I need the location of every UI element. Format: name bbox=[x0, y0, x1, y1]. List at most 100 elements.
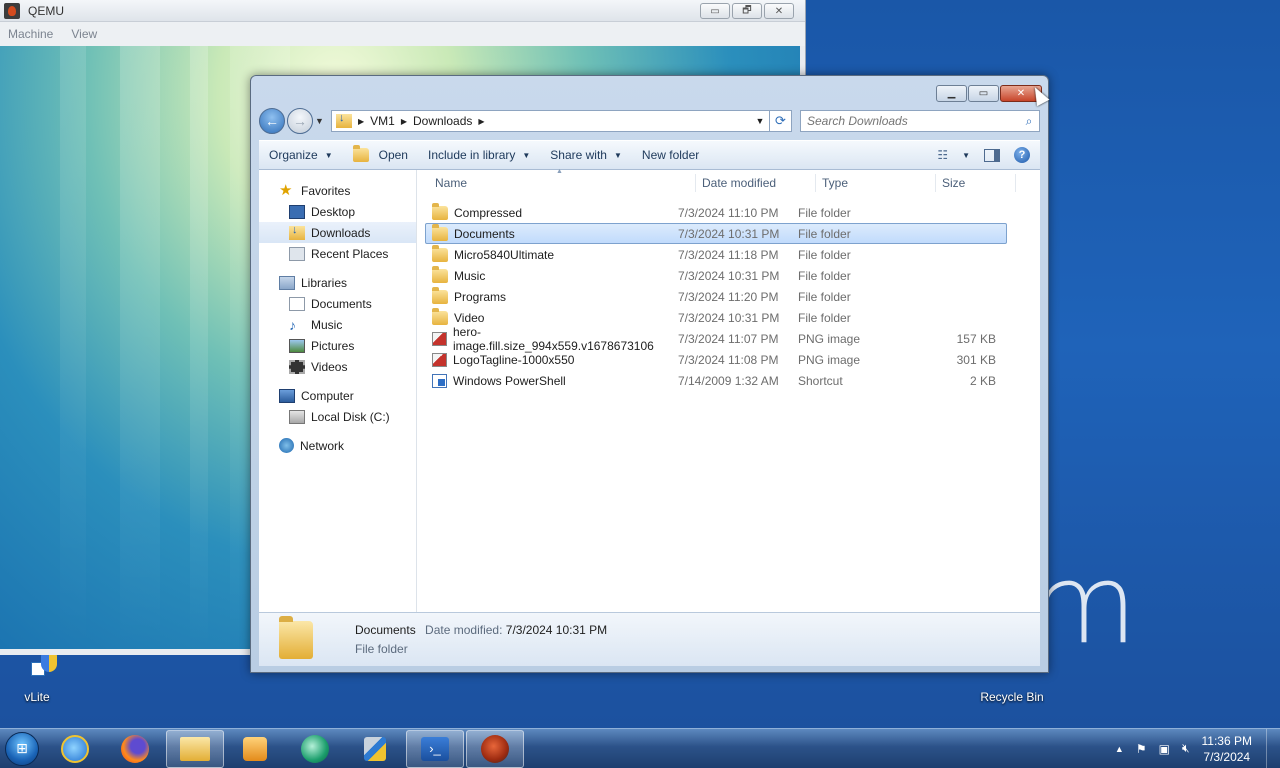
nav-recent-places[interactable]: Recent Places bbox=[259, 243, 416, 264]
file-type: Shortcut bbox=[798, 373, 843, 388]
taskbar-qemu[interactable] bbox=[466, 729, 524, 768]
file-type: File folder bbox=[798, 247, 851, 262]
action-center-flag-icon[interactable]: ⚑ bbox=[1136, 742, 1147, 756]
breadcrumb-vm1[interactable]: VM1 bbox=[370, 114, 395, 128]
address-bar[interactable]: ▶ VM1 ▶ Downloads ▶ ▼ bbox=[331, 110, 770, 132]
file-date: 7/3/2024 11:07 PM bbox=[678, 331, 779, 346]
file-row[interactable]: Windows PowerShell 7/14/2009 1:32 AM Short… bbox=[425, 370, 1007, 391]
refresh-icon[interactable]: ⟳ bbox=[770, 110, 792, 132]
pictures-icon bbox=[289, 338, 305, 353]
breadcrumb-arrow-icon[interactable]: ▶ bbox=[401, 117, 407, 126]
file-row[interactable]: Compressed 7/3/2024 11:10 PM File folder bbox=[425, 202, 1007, 223]
qemu-title: QEMU bbox=[28, 3, 64, 18]
png-file-icon bbox=[432, 352, 447, 367]
file-name: Micro5840Ultimate bbox=[454, 247, 555, 262]
column-size[interactable]: Size bbox=[936, 174, 1016, 192]
search-input[interactable] bbox=[807, 114, 1019, 128]
file-date: 7/3/2024 10:31 PM bbox=[678, 268, 780, 283]
column-name[interactable]: Name bbox=[435, 174, 696, 192]
column-label: Name bbox=[435, 176, 468, 190]
powershell-icon: ›_ bbox=[421, 736, 449, 761]
share-with-button[interactable]: Share with ▼ bbox=[540, 141, 632, 169]
file-row[interactable]: Programs 7/3/2024 11:20 PM File folder bbox=[425, 286, 1007, 307]
column-label: Size bbox=[942, 176, 966, 190]
nav-downloads[interactable]: Downloads bbox=[259, 222, 416, 243]
qemu-minimize-button[interactable]: ▭ bbox=[700, 3, 730, 19]
organize-button[interactable]: Organize ▼ bbox=[259, 141, 343, 169]
nav-favorites[interactable]: ★ Favorites bbox=[259, 180, 416, 201]
open-label: Open bbox=[378, 148, 408, 162]
qemu-restore-button[interactable]: 🗗 bbox=[732, 3, 762, 19]
qemu-close-button[interactable]: ✕ bbox=[764, 3, 794, 19]
new-folder-button[interactable]: New folder bbox=[632, 141, 709, 169]
sort-indicator-icon: ▲ bbox=[556, 168, 563, 175]
column-type[interactable]: Type bbox=[816, 174, 936, 192]
taskbar-powershell[interactable]: ›_ bbox=[406, 729, 464, 768]
nav-documents[interactable]: Documents bbox=[259, 293, 416, 314]
recent-pages-dropdown[interactable]: ▼ bbox=[315, 116, 327, 126]
file-row[interactable]: Documents 7/3/2024 10:31 PM File folder bbox=[425, 223, 1007, 244]
taskbar-firefox[interactable] bbox=[106, 730, 164, 768]
file-name-cell: Programs bbox=[426, 286, 678, 304]
network-tray-icon[interactable]: ▣ bbox=[1159, 742, 1170, 756]
include-in-library-button[interactable]: Include in library ▼ bbox=[418, 141, 540, 169]
file-type: PNG image bbox=[798, 352, 861, 367]
view-options-dropdown-icon[interactable]: ▼ bbox=[962, 151, 970, 160]
minimize-button[interactable]: ▁ bbox=[936, 85, 967, 102]
qemu-app-icon bbox=[4, 2, 20, 19]
chevron-down-icon: ▼ bbox=[613, 150, 622, 160]
menu-machine[interactable]: Machine bbox=[8, 27, 53, 41]
explorer-window-controls: ▁ ▭ ✕ bbox=[936, 85, 1042, 102]
nav-network[interactable]: Network bbox=[259, 435, 416, 456]
back-button[interactable]: ← bbox=[259, 108, 285, 134]
breadcrumb-arrow-icon[interactable]: ▶ bbox=[358, 117, 364, 126]
libraries-icon bbox=[279, 275, 295, 290]
change-view-icon[interactable]: ☷ bbox=[937, 148, 948, 162]
taskbar-windows-explorer[interactable] bbox=[166, 729, 224, 768]
column-date-modified[interactable]: Date modified bbox=[696, 174, 816, 192]
taskbar-green-app[interactable] bbox=[286, 730, 344, 768]
file-row[interactable]: Music 7/3/2024 10:31 PM File folder bbox=[425, 265, 1007, 286]
volume-muted-icon[interactable]: 🔇︎ bbox=[1182, 741, 1190, 756]
star-icon: ★ bbox=[279, 181, 293, 199]
address-dropdown-icon[interactable]: ▼ bbox=[751, 116, 769, 126]
folder-icon bbox=[432, 286, 448, 304]
file-date: 7/14/2009 1:32 AM bbox=[678, 373, 779, 388]
file-date: 7/3/2024 10:31 PM bbox=[678, 226, 780, 241]
nav-libraries[interactable]: Libraries bbox=[259, 272, 416, 293]
system-clock[interactable]: 11:36 PM 7/3/2024 bbox=[1202, 733, 1252, 765]
tools-icon bbox=[364, 736, 386, 761]
nav-local-disk[interactable]: Local Disk (C:) bbox=[259, 406, 416, 427]
file-name-cell: hero-image.fill.size_994x559.v1678673106 bbox=[426, 325, 678, 353]
show-hidden-icons-icon[interactable]: ▲ bbox=[1115, 744, 1124, 754]
taskbar-media-player[interactable] bbox=[226, 730, 284, 768]
nav-videos[interactable]: Videos bbox=[259, 356, 416, 377]
file-name: LogoTagline-1000x550 bbox=[453, 352, 575, 367]
open-button[interactable]: Open bbox=[343, 141, 418, 169]
nav-desktop[interactable]: Desktop bbox=[259, 201, 416, 222]
internet-explorer-icon bbox=[61, 734, 89, 763]
desktop-icon-vlite[interactable]: vLite bbox=[0, 654, 77, 704]
taskbar-internet-explorer[interactable] bbox=[46, 730, 104, 768]
search-box: ⌕ bbox=[800, 110, 1040, 132]
help-icon[interactable]: ? bbox=[1014, 147, 1030, 163]
search-icon[interactable]: ⌕ bbox=[1019, 114, 1039, 129]
start-button[interactable]: ⊞ bbox=[0, 729, 44, 768]
qemu-title-bar[interactable]: QEMU bbox=[0, 0, 805, 22]
menu-view[interactable]: View bbox=[71, 27, 97, 41]
file-list: Compressed 7/3/2024 11:10 PM File folder Do… bbox=[417, 196, 1040, 391]
nav-computer[interactable]: Computer bbox=[259, 385, 416, 406]
taskbar-tools-app[interactable] bbox=[346, 730, 404, 768]
forward-button[interactable]: → bbox=[287, 108, 313, 134]
file-row[interactable]: Micro5840Ultimate 7/3/2024 11:18 PM File f… bbox=[425, 244, 1007, 265]
show-desktop-button[interactable] bbox=[1266, 729, 1280, 768]
file-row[interactable]: LogoTagline-1000x550 7/3/2024 11:08 PM PNG… bbox=[425, 349, 1007, 370]
preview-pane-icon[interactable] bbox=[984, 148, 1000, 162]
nav-music[interactable]: ♪ Music bbox=[259, 314, 416, 335]
file-row[interactable]: hero-image.fill.size_994x559.v1678673106… bbox=[425, 325, 1007, 353]
nav-pictures[interactable]: Pictures bbox=[259, 335, 416, 356]
breadcrumb-arrow-icon[interactable]: ▶ bbox=[478, 117, 484, 126]
maximize-button[interactable]: ▭ bbox=[968, 85, 999, 102]
breadcrumb-downloads[interactable]: Downloads bbox=[413, 114, 472, 128]
documents-icon bbox=[289, 296, 305, 311]
